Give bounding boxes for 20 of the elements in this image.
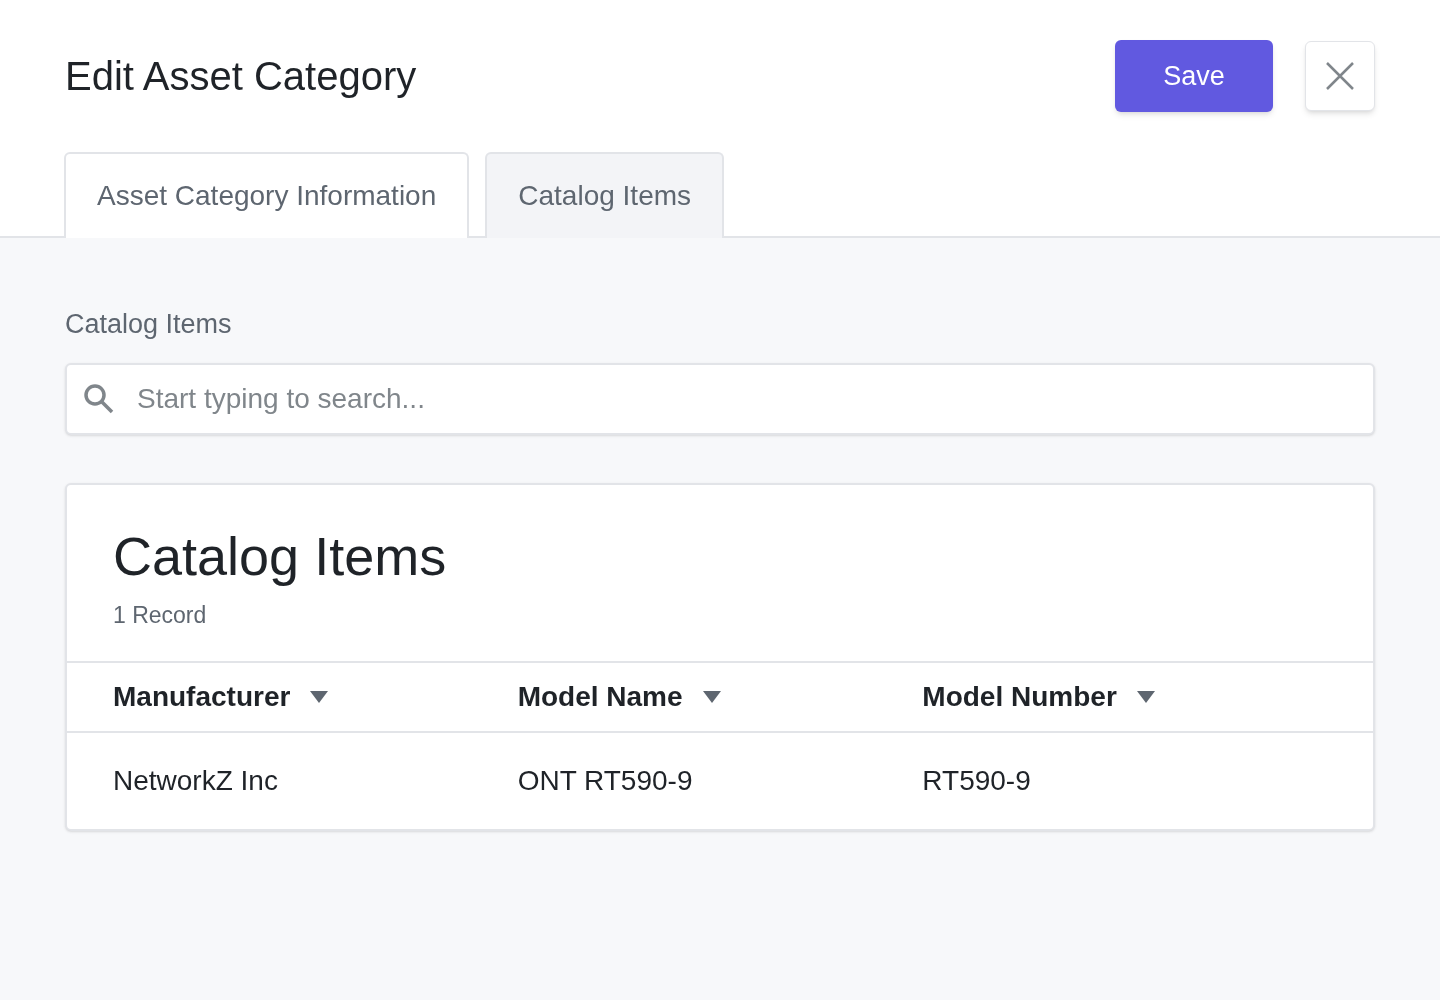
close-button[interactable] bbox=[1305, 41, 1375, 111]
sort-caret-icon bbox=[1136, 690, 1155, 703]
tab[interactable]: Catalog Items bbox=[485, 152, 725, 238]
table-title: Catalog Items bbox=[113, 524, 448, 588]
column-header[interactable]: Manufacturer bbox=[113, 675, 329, 718]
save-button[interactable]: Save bbox=[1115, 40, 1273, 112]
section-label: Catalog Items bbox=[65, 308, 233, 341]
search-field[interactable]: Start typing to search... bbox=[65, 362, 1375, 435]
table-cell-text: NetworkZ Inc bbox=[113, 763, 278, 798]
close-icon bbox=[1325, 61, 1355, 91]
table-cell-text: ONT RT590-9 bbox=[517, 763, 693, 798]
window-title: Edit Asset Category bbox=[65, 53, 417, 100]
column-header[interactable]: Model Number bbox=[922, 675, 1155, 718]
table-cell-text: RT590-9 bbox=[922, 763, 1031, 798]
record-count: 1 Record bbox=[113, 601, 208, 630]
sort-caret-icon bbox=[310, 690, 329, 703]
tab[interactable]: Asset Category Information bbox=[64, 152, 470, 238]
sort-caret-icon bbox=[702, 690, 721, 703]
column-header[interactable]: Model Name bbox=[517, 675, 721, 718]
search-icon bbox=[83, 382, 115, 415]
